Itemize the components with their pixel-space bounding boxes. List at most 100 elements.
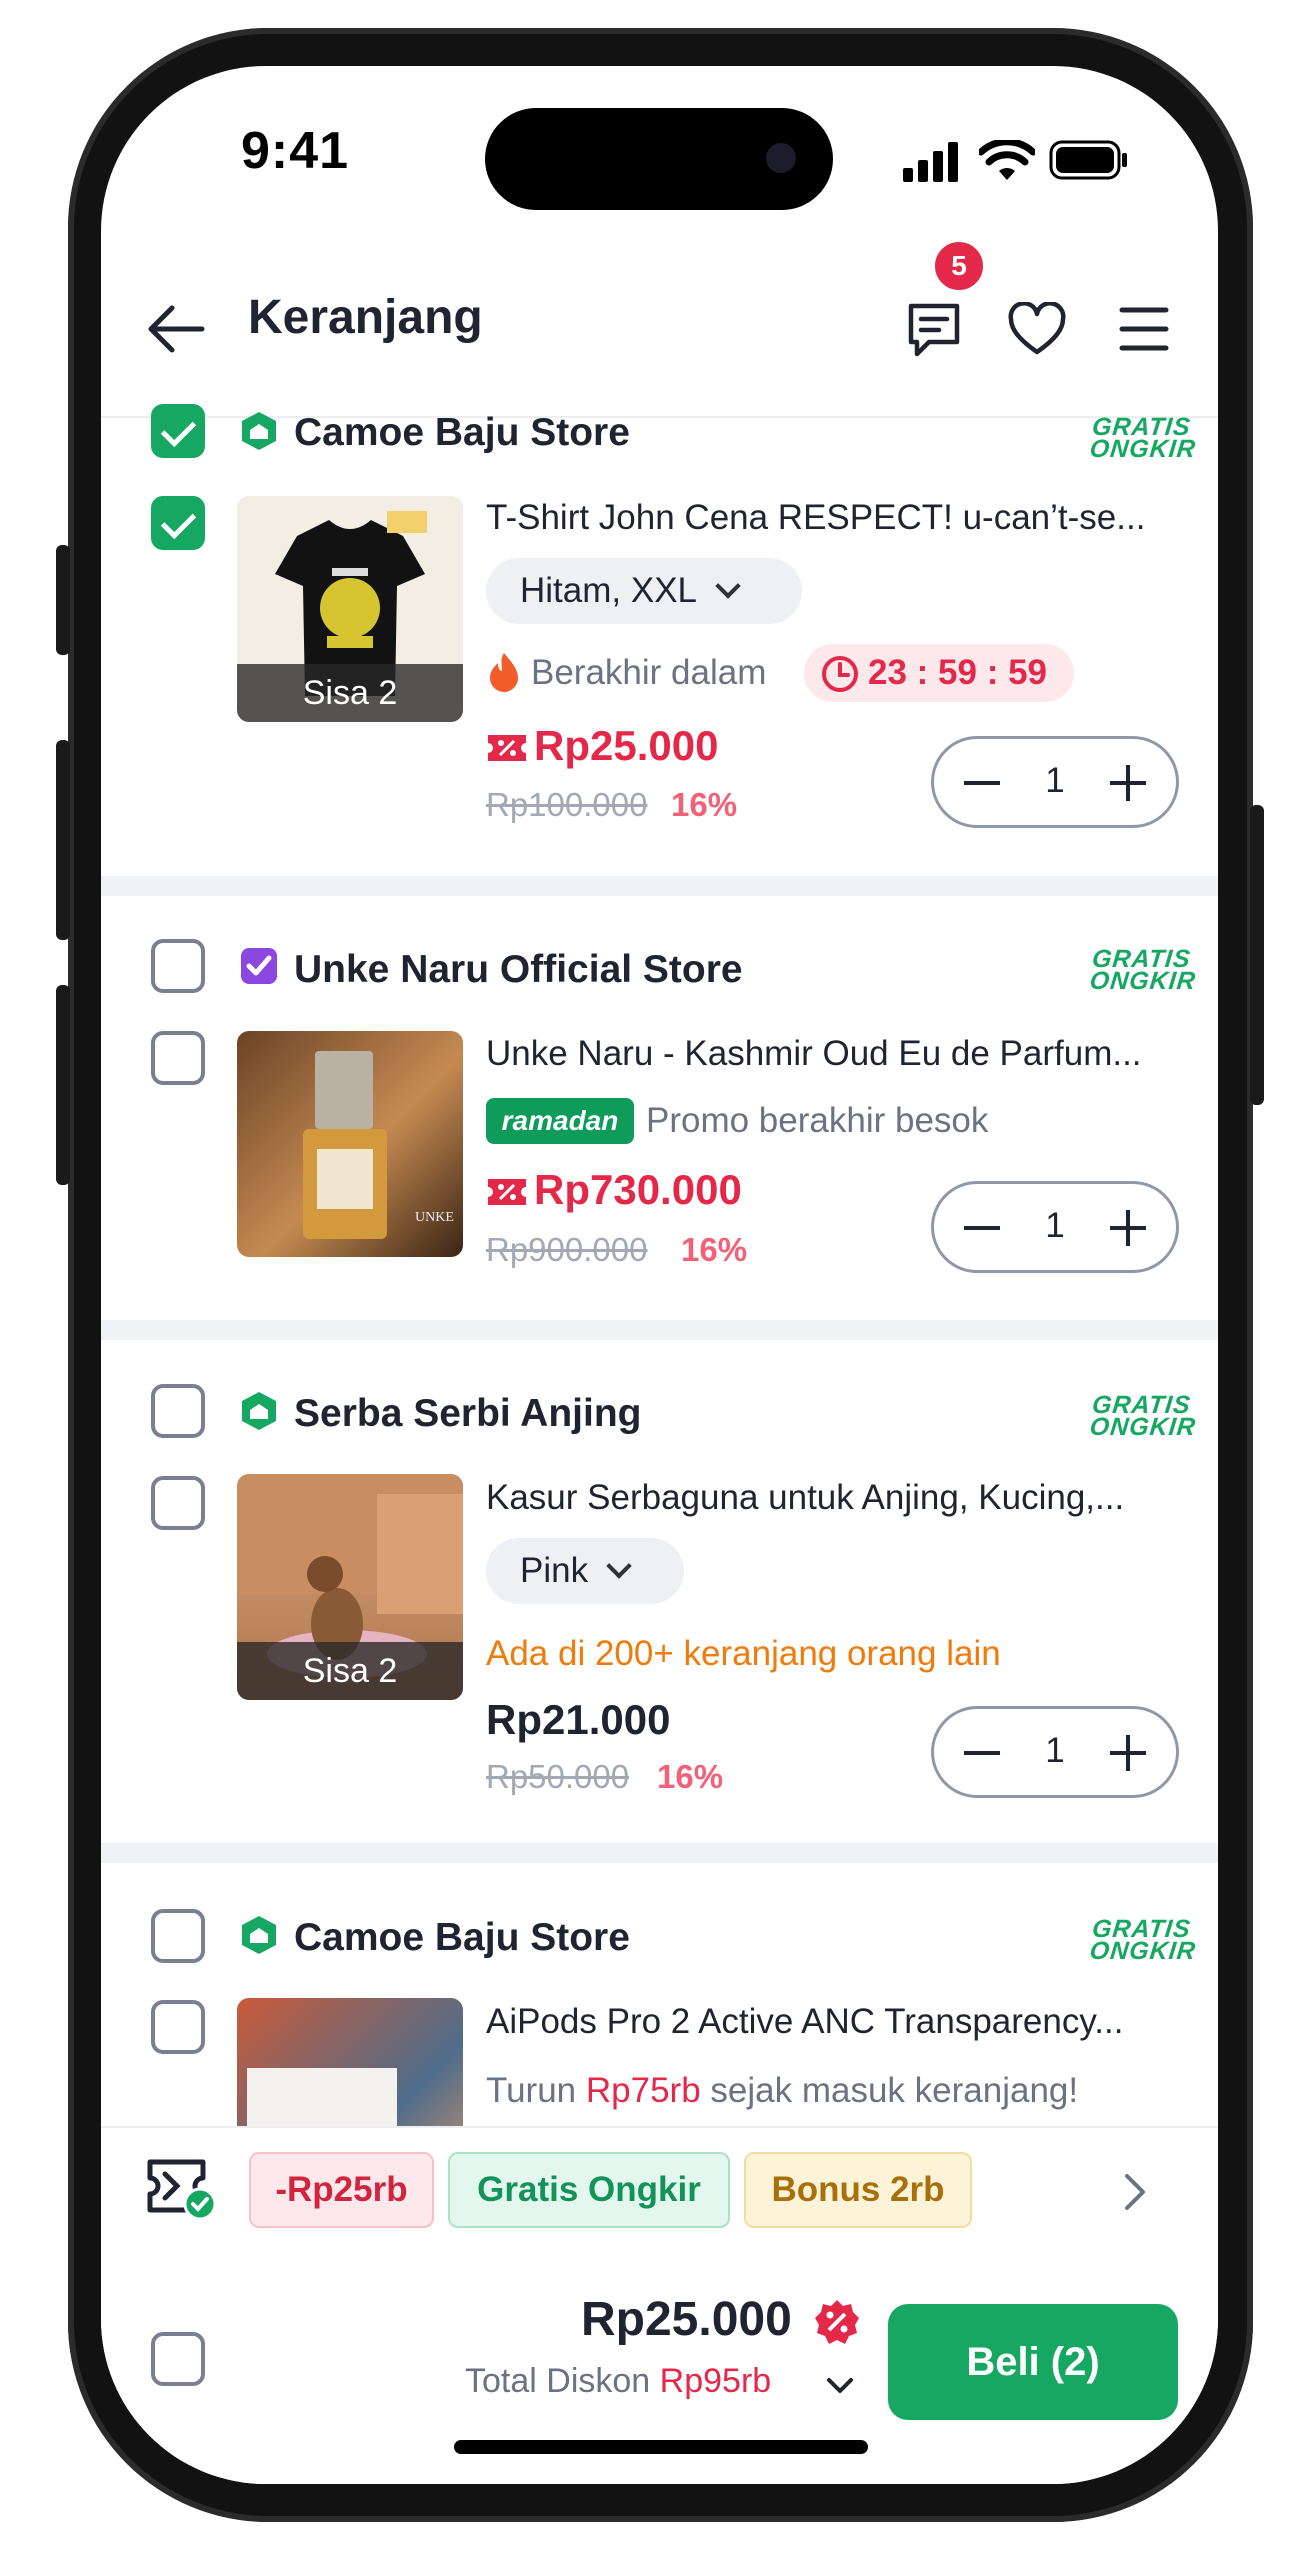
gratis-ongkir-badge: GRATIS ONGKIR: [1088, 1915, 1198, 1965]
store-name[interactable]: Serba Serbi Anjing: [294, 1392, 641, 1436]
item-checkbox[interactable]: [151, 496, 205, 550]
promo-text: Promo berakhir besok: [646, 1101, 989, 1140]
chevron-down-icon: [606, 1553, 632, 1579]
signal-icon: [903, 142, 958, 182]
promo-chip-discount[interactable]: -Rp25rb: [249, 2152, 434, 2228]
product-name[interactable]: Kasur Serbaguna untuk Anjing, Kucing,...: [486, 1478, 1124, 1518]
discount-percent: 16%: [681, 1231, 748, 1268]
perfume-bottle-image: UNKE: [303, 1051, 454, 1239]
home-indicator: [454, 2440, 868, 2454]
promo-chip-bonus[interactable]: Bonus 2rb: [744, 2152, 972, 2228]
total-price: Rp25.000: [581, 2293, 792, 2346]
chat-notification-badge: 5: [931, 238, 987, 294]
total-discount-label: Total Diskon: [465, 2362, 651, 2400]
price-drop-suffix: sejak masuk keranjang!: [710, 2071, 1079, 2110]
variant-selector[interactable]: Hitam, XXL: [486, 558, 802, 624]
total-discount-value: Rp95rb: [659, 2362, 772, 2400]
product-thumbnail-perfume[interactable]: UNKE: [237, 1031, 463, 1257]
gratis-ongkir-badge: GRATIS ONGKIR: [1088, 945, 1198, 995]
plus-icon[interactable]: [1110, 1735, 1146, 1771]
variant-label: Hitam, XXL: [520, 571, 697, 610]
wifi-icon: [979, 140, 1035, 180]
section-divider: [101, 1843, 1218, 1863]
countdown-pill: 23 : 59 : 59: [804, 644, 1074, 702]
product-name[interactable]: T-Shirt John Cena RESPECT! u-can’t-se...: [486, 498, 1145, 538]
camera-icon: [766, 143, 796, 173]
page-title: Keranjang: [248, 291, 483, 344]
chat-icon[interactable]: [905, 300, 963, 360]
product-name[interactable]: Unke Naru - Kashmir Oud Eu de Parfum...: [486, 1034, 1142, 1074]
urgency-label: Berakhir dalam: [531, 653, 767, 692]
discount-badge-icon: [815, 2300, 859, 2344]
quantity-stepper[interactable]: 1: [931, 1181, 1179, 1273]
voucher-check-icon: [147, 2159, 217, 2220]
item-checkbox[interactable]: [151, 1476, 205, 1530]
product-thumbnail-tshirt[interactable]: Sisa 2: [237, 496, 463, 722]
green-shop-badge-icon: [242, 1916, 276, 1954]
hamburger-menu-icon[interactable]: [1119, 306, 1169, 352]
original-price: Rp900.000: [486, 1231, 648, 1268]
volume-down-button: [56, 985, 70, 1185]
ramadan-promo-badge: ramadan: [486, 1098, 634, 1144]
purple-official-badge-icon: [241, 948, 277, 984]
quantity-stepper[interactable]: 1: [931, 1706, 1179, 1798]
store-checkbox-camoe[interactable]: [151, 404, 205, 458]
chevron-down-icon: [715, 573, 741, 599]
discount-percent: 16%: [657, 1758, 724, 1795]
buy-button[interactable]: Beli (2): [888, 2304, 1178, 2420]
plus-icon[interactable]: [1110, 765, 1146, 801]
gratis-ongkir-badge: GRATIS ONGKIR: [1088, 413, 1198, 463]
chevron-right-icon[interactable]: [1121, 2172, 1149, 2212]
quantity-stepper[interactable]: 1: [931, 736, 1179, 828]
green-shop-badge-icon: [242, 412, 276, 450]
variant-selector[interactable]: Pink: [486, 1538, 684, 1604]
store-checkbox-unke[interactable]: [151, 939, 205, 993]
total-discount[interactable]: Total Diskon Rp95rb: [465, 2362, 771, 2401]
store-name[interactable]: Camoe Baju Store: [294, 1916, 630, 1960]
product-price: Rp730.000: [534, 1166, 742, 1213]
section-divider: [101, 1320, 1218, 1340]
coupon-icon: [488, 1179, 526, 1205]
product-price: Rp21.000: [486, 1696, 671, 1743]
price-drop-text: Turun Rp75rb sejak masuk keranjang!: [486, 2071, 1078, 2111]
original-price: Rp50.000: [486, 1758, 630, 1795]
original-price: Rp100.000: [486, 786, 648, 823]
section-divider: [101, 876, 1218, 896]
promo-bar[interactable]: -Rp25rb Gratis Ongkir Bonus 2rb: [101, 2126, 1218, 2258]
chevron-down-icon[interactable]: [825, 2376, 855, 2398]
social-proof-text: Ada di 200+ keranjang orang lain: [486, 1634, 1001, 1673]
stock-label: Sisa 2: [237, 1642, 463, 1700]
mute-switch: [56, 545, 70, 655]
product-name[interactable]: AiPods Pro 2 Active ANC Transparency...: [486, 2002, 1123, 2042]
store-name[interactable]: Unke Naru Official Store: [294, 948, 743, 992]
product-price: Rp25.000: [534, 722, 719, 769]
clock-icon: [822, 656, 858, 692]
power-button: [1250, 805, 1264, 1105]
price-drop-amount: Rp75rb: [585, 2071, 701, 2110]
heart-icon[interactable]: [1007, 302, 1067, 358]
product-thumbnail-dog-bed[interactable]: Sisa 2: [237, 1474, 463, 1700]
green-shop-badge-icon: [242, 1392, 276, 1430]
price-drop-prefix: Turun: [486, 2071, 577, 2110]
variant-label: Pink: [520, 1551, 589, 1590]
coupon-icon: [488, 735, 526, 761]
volume-up-button: [56, 740, 70, 940]
countdown-timer: 23 : 59 : 59: [868, 653, 1047, 692]
back-arrow-icon[interactable]: [146, 304, 206, 354]
store-name[interactable]: Camoe Baju Store: [294, 411, 630, 455]
gratis-ongkir-badge: GRATIS ONGKIR: [1088, 1391, 1198, 1441]
fire-icon: [490, 653, 518, 692]
item-checkbox[interactable]: [151, 2000, 205, 2054]
store-checkbox-camoe-2[interactable]: [151, 1909, 205, 1963]
battery-icon: [1049, 140, 1127, 180]
select-all-checkbox[interactable]: [151, 2332, 205, 2386]
promo-chip-free-shipping[interactable]: Gratis Ongkir: [448, 2152, 730, 2228]
svg-text:UNKE: UNKE: [415, 1210, 454, 1225]
stock-label: Sisa 2: [237, 664, 463, 722]
status-time: 9:41: [241, 122, 350, 180]
plus-icon[interactable]: [1110, 1210, 1146, 1246]
item-checkbox[interactable]: [151, 1031, 205, 1085]
app-screen: 9:41 Keranjang 5 Camoe Baju Store GRATIS…: [101, 66, 1218, 2484]
discount-percent: 16%: [671, 786, 738, 823]
store-checkbox-serba[interactable]: [151, 1384, 205, 1438]
